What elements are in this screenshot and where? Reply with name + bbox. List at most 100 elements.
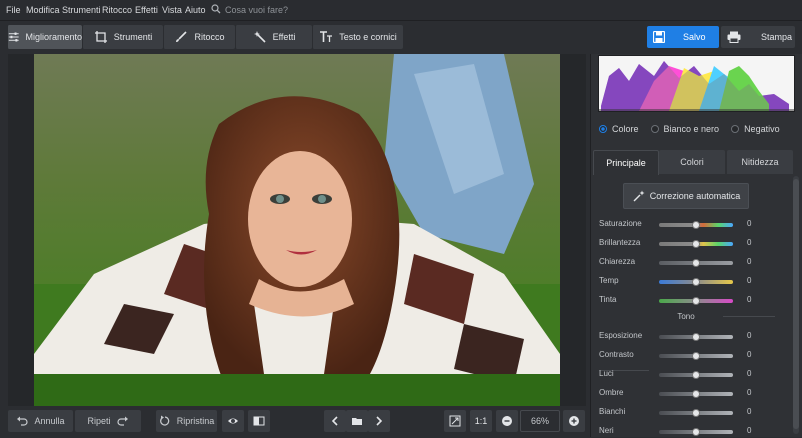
actual-size-button[interactable]: 1:1 [470, 410, 492, 432]
tab-colori[interactable]: Colori [659, 150, 725, 174]
slider-neri[interactable]: Neri 0 [599, 426, 784, 438]
slider-knob[interactable] [692, 240, 700, 248]
compare-button[interactable] [248, 410, 270, 432]
preview-toggle-button[interactable] [222, 410, 244, 432]
tab-effetti[interactable]: Effetti [235, 25, 312, 49]
section-title-tono: Tono [677, 312, 695, 321]
tab-label: Effetti [272, 32, 296, 42]
undo-button[interactable]: Annulla [8, 410, 73, 432]
slider-track[interactable] [659, 409, 733, 417]
slider-knob[interactable] [692, 278, 700, 286]
menu-effetti[interactable]: Effetti [135, 5, 158, 15]
slider-saturazione[interactable]: Saturazione 0 [599, 219, 784, 231]
slider-knob[interactable] [692, 371, 700, 379]
slider-label: Temp [599, 276, 619, 285]
tab-ritocco[interactable]: Ritocco [163, 25, 235, 49]
tab-label: Testo e cornici [339, 32, 397, 42]
tab-miglioramento[interactable]: Miglioramento [7, 25, 82, 49]
zoom-out-button[interactable] [496, 410, 518, 432]
slider-temp[interactable]: Temp 0 [599, 276, 784, 288]
print-label: Stampa [761, 32, 793, 42]
slider-label: Neri [599, 426, 614, 435]
actual-size-label: 1:1 [474, 416, 488, 426]
slider-luci[interactable]: Luci 0 [599, 369, 784, 381]
slider-track[interactable] [659, 297, 733, 305]
next-image-button[interactable] [368, 410, 390, 432]
slider-tinta[interactable]: Tinta 0 [599, 295, 784, 307]
auto-correct-button[interactable]: Correzione automatica [623, 183, 749, 209]
menu-vista[interactable]: Vista [162, 5, 182, 15]
slider-knob[interactable] [692, 297, 700, 305]
slider-knob[interactable] [692, 333, 700, 341]
slider-track[interactable] [659, 352, 733, 360]
panel-scrollbar[interactable] [793, 176, 799, 434]
reset-button[interactable]: Ripristina [156, 410, 217, 432]
slider-label: Contrasto [599, 350, 634, 359]
slider-track[interactable] [659, 390, 733, 398]
slider-value: 0 [747, 350, 752, 359]
zoom-level-field[interactable]: 66% [520, 410, 560, 432]
slider-knob[interactable] [692, 259, 700, 267]
slider-track[interactable] [659, 278, 733, 286]
tab-nitidezza[interactable]: Nitidezza [727, 150, 793, 174]
previous-image-button[interactable] [324, 410, 346, 432]
slider-knob[interactable] [692, 221, 700, 229]
divider [723, 316, 775, 317]
slider-track[interactable] [659, 240, 733, 248]
radio-dot [731, 125, 740, 133]
slider-track[interactable] [659, 221, 733, 229]
tab-testo-e-cornici[interactable]: Testo e cornici [312, 25, 403, 49]
color-mode-negativo[interactable]: Negativo [731, 124, 780, 134]
color-mode-colore[interactable]: Colore [599, 124, 639, 134]
slider-track[interactable] [659, 428, 733, 436]
slider-ombre[interactable]: Ombre 0 [599, 388, 784, 400]
floppy-disk-icon [653, 31, 665, 43]
radio-dot [599, 125, 607, 133]
undo-icon [17, 416, 29, 426]
zoom-level-value: 66% [530, 416, 549, 426]
tab-label: Ritocco [194, 32, 225, 42]
slider-knob[interactable] [692, 409, 700, 417]
tab-label: Colori [680, 157, 704, 167]
slider-label: Ombre [599, 388, 624, 397]
menu-aiuto[interactable]: Aiuto [185, 5, 206, 15]
slider-label: Luci [599, 369, 614, 378]
slider-knob[interactable] [692, 352, 700, 360]
eye-icon [228, 418, 238, 424]
printer-icon [727, 31, 741, 43]
print-button[interactable]: Stampa [721, 26, 795, 48]
slider-brillantezza[interactable]: Brillantezza 0 [599, 238, 784, 250]
slider-track[interactable] [659, 259, 733, 267]
slider-knob[interactable] [692, 428, 700, 436]
slider-bianchi[interactable]: Bianchi 0 [599, 407, 784, 419]
search-input[interactable]: Cosa vuoi fare? [225, 5, 288, 15]
slider-contrasto[interactable]: Contrasto 0 [599, 350, 784, 362]
tab-principale[interactable]: Principale [593, 150, 659, 175]
save-button[interactable]: Salvo [647, 26, 719, 48]
menu-ritocco[interactable]: Ritocco [102, 5, 132, 15]
menu-strumenti[interactable]: Strumenti [62, 5, 101, 15]
search-icon [211, 4, 221, 14]
menu-file[interactable]: File [6, 5, 21, 15]
fit-screen-icon [449, 415, 461, 427]
magic-wand-icon [633, 190, 645, 202]
tab-label: Strumenti [113, 32, 153, 42]
tab-strumenti[interactable]: Strumenti [82, 25, 163, 49]
adjustments-panel: Colore Bianco e nero Negativo Principale… [590, 54, 802, 437]
open-folder-button[interactable] [346, 410, 368, 432]
zoom-in-button[interactable] [563, 410, 585, 432]
scrollbar-thumb[interactable] [793, 179, 799, 429]
slider-value: 0 [747, 257, 752, 266]
slider-track[interactable] [659, 333, 733, 341]
main-toolbar: Miglioramento Strumenti Ritocco Effetti … [0, 21, 802, 54]
color-mode-bianco-e-nero[interactable]: Bianco e nero [650, 124, 719, 134]
menu-modifica[interactable]: Modifica [26, 5, 60, 15]
slider-chiarezza[interactable]: Chiarezza 0 [599, 257, 784, 269]
slider-track[interactable] [659, 371, 733, 379]
photo[interactable] [34, 54, 560, 406]
fit-to-screen-button[interactable] [444, 410, 466, 432]
slider-value: 0 [747, 388, 752, 397]
slider-esposizione[interactable]: Esposizione 0 [599, 331, 784, 343]
slider-knob[interactable] [692, 390, 700, 398]
redo-button[interactable]: Ripeti [75, 410, 141, 432]
